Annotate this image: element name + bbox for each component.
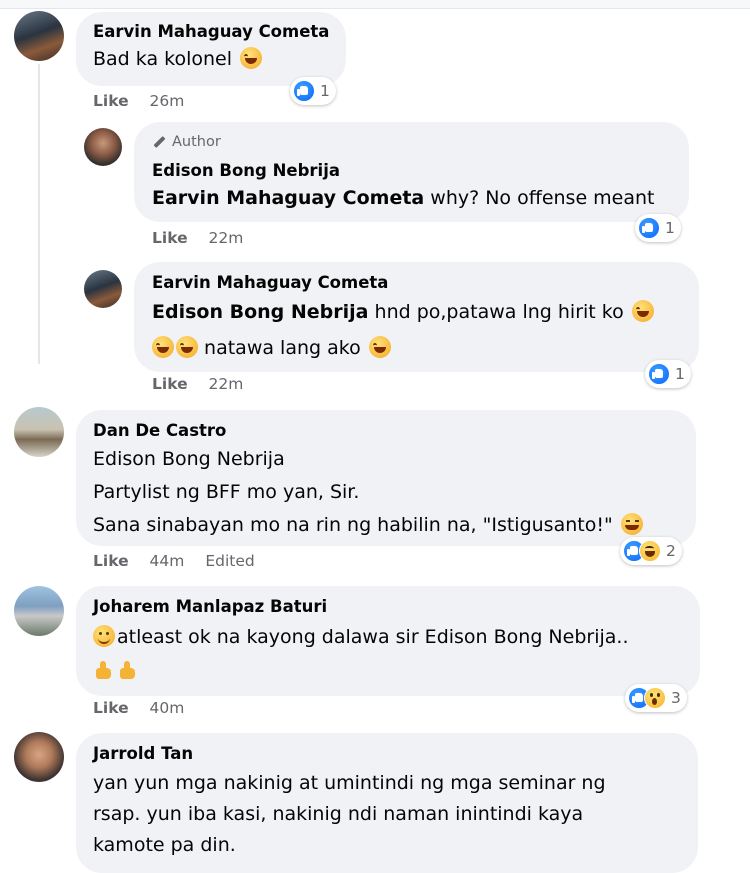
avatar[interactable] — [14, 407, 64, 457]
comment-text-line: Partylist ng BFF mo yan, Sir. — [93, 481, 360, 503]
comment-text-body: atleast ok na kayong dalawa sir Edison B… — [117, 626, 629, 648]
author-badge: Author — [152, 134, 221, 150]
thumbs-up-emoji-icon — [117, 659, 139, 681]
comment-text-line: rsap. yun iba kasi, nakinig ndi naman in… — [93, 803, 584, 825]
comment-text-line: Sana sinabayan mo na rin ng habilin na, … — [93, 509, 643, 541]
comment-text-body: Sana sinabayan mo na rin ng habilin na, … — [93, 514, 613, 536]
comment-text-body: why? No offense meant — [424, 187, 655, 209]
top-divider — [0, 0, 750, 9]
reaction-count: 1 — [320, 82, 330, 100]
reaction-summary[interactable]: 1 — [290, 77, 336, 105]
comment-actions: Like 40m — [93, 699, 200, 717]
comment-author-name[interactable]: Edison Bong Nebrija — [152, 161, 340, 180]
like-button[interactable]: Like — [93, 552, 129, 570]
reaction-count: 3 — [671, 689, 681, 707]
like-reaction-icon — [293, 80, 315, 102]
reaction-summary[interactable]: 1 — [645, 360, 691, 388]
like-button[interactable]: Like — [152, 229, 188, 247]
comment-text-line2 — [93, 655, 139, 687]
reaction-count: 2 — [666, 542, 676, 560]
reaction-count: 1 — [675, 365, 685, 383]
comment-author-name[interactable]: Joharem Manlapaz Baturi — [93, 597, 327, 616]
comment-author-name[interactable]: Dan De Castro — [93, 421, 226, 440]
comment-text-line: kamote pa din. — [93, 834, 236, 856]
comment-author-name[interactable]: Earvin Mahaguay Cometa — [152, 273, 388, 292]
comment-text: Earvin Mahaguay Cometa why? No offense m… — [152, 182, 655, 214]
laughing-crying-emoji-icon — [152, 336, 174, 358]
comment-text-line2: natawa lang ako — [152, 332, 391, 364]
pencil-icon — [152, 134, 166, 148]
mention-link[interactable]: Edison Bong Nebrija — [152, 301, 368, 323]
comment-actions: Like 26m — [93, 92, 200, 110]
avatar[interactable] — [14, 732, 64, 782]
comment-actions: Like 44m Edited — [93, 552, 255, 570]
avatar[interactable] — [14, 586, 64, 636]
comment-timestamp[interactable]: 22m — [209, 229, 244, 247]
edited-label: Edited — [205, 552, 255, 570]
laughing-crying-emoji-icon — [368, 336, 391, 358]
comment-timestamp[interactable]: 40m — [150, 699, 185, 717]
smiling-emoji-icon — [93, 625, 115, 647]
author-badge-label: Author — [172, 134, 221, 150]
wow-reaction-icon — [644, 687, 666, 709]
mention-link[interactable]: Earvin Mahaguay Cometa — [152, 187, 424, 209]
like-reaction-icon — [638, 217, 660, 239]
reaction-summary[interactable]: 3 — [625, 684, 687, 712]
grinning-emoji-icon — [620, 513, 643, 535]
comment-timestamp[interactable]: 26m — [150, 92, 185, 110]
reaction-count: 1 — [665, 219, 675, 237]
comment-text: atleast ok na kayong dalawa sir Edison B… — [93, 621, 629, 653]
avatar[interactable] — [84, 270, 122, 308]
comment-text-body: Bad ka kolonel — [93, 48, 232, 70]
like-button[interactable]: Like — [152, 375, 188, 393]
like-button[interactable]: Like — [93, 699, 129, 717]
comment-timestamp[interactable]: 44m — [150, 552, 185, 570]
comment-author-name[interactable]: Jarrold Tan — [93, 744, 193, 763]
like-reaction-icon — [648, 363, 670, 385]
comment-text: Bad ka kolonel — [93, 43, 263, 75]
comment-timestamp[interactable]: 22m — [209, 375, 244, 393]
comment-text-line: Edison Bong Nebrija — [93, 448, 285, 470]
avatar[interactable] — [84, 128, 122, 166]
comment-text-line: yan yun mga nakinig at umintindi ng mga … — [93, 772, 606, 794]
comment-text: Edison Bong Nebrija hnd po,patawa lng hi… — [152, 296, 654, 328]
reaction-summary[interactable]: 1 — [635, 214, 681, 242]
reply-thread-line — [38, 64, 40, 364]
laughing-crying-emoji-icon — [240, 47, 263, 69]
comment-text-body: natawa lang ako — [198, 337, 361, 359]
like-button[interactable]: Like — [93, 92, 129, 110]
laughing-crying-emoji-icon — [631, 300, 654, 322]
haha-reaction-icon — [639, 540, 661, 562]
thumbs-up-emoji-icon — [93, 659, 115, 681]
comment-text-body: hnd po,patawa lng hirit ko — [368, 301, 624, 323]
comment-actions: Like 22m — [152, 229, 259, 247]
laughing-crying-emoji-icon — [176, 336, 198, 358]
reaction-summary[interactable]: 2 — [620, 537, 682, 565]
comment-author-name[interactable]: Earvin Mahaguay Cometa — [93, 22, 329, 41]
avatar[interactable] — [14, 11, 64, 61]
comment-actions: Like 22m — [152, 375, 259, 393]
